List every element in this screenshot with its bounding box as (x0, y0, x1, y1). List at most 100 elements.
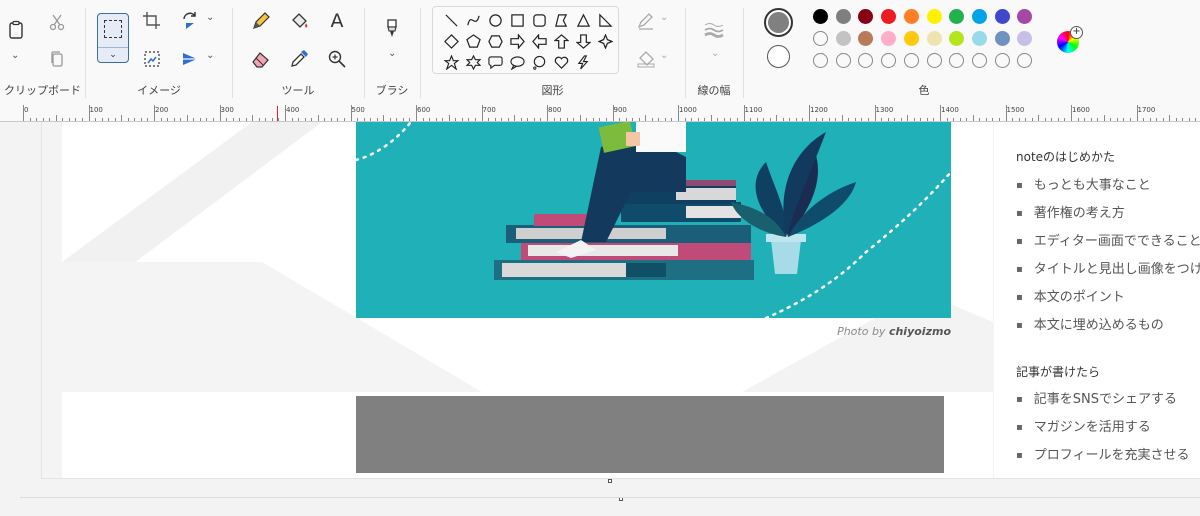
ruler-tick (691, 118, 693, 121)
outline-icon[interactable] (632, 7, 660, 35)
copy-icon[interactable] (43, 45, 71, 73)
ruler-tick (776, 115, 778, 121)
crop-icon[interactable] (138, 7, 166, 35)
color-swatch[interactable] (971, 9, 987, 24)
color-swatch[interactable] (835, 31, 851, 46)
paste-icon[interactable] (2, 16, 30, 44)
four-point-star-icon[interactable] (595, 31, 615, 51)
pencil-icon[interactable] (247, 7, 275, 35)
left-arrow-icon[interactable] (529, 31, 549, 51)
color-swatch[interactable] (813, 9, 828, 24)
ruler-tick (736, 118, 738, 121)
cloud-callout-icon[interactable] (529, 52, 549, 72)
brushes-group-label: ブラシ (375, 84, 409, 97)
triangle-icon[interactable] (573, 10, 593, 30)
brush-icon[interactable] (378, 14, 406, 42)
shapes-group-label: 図形 (541, 84, 564, 97)
canvas-resize-handle-bottom[interactable] (608, 479, 612, 483)
outline-chevron-icon[interactable]: ⌄ (660, 12, 668, 23)
five-point-star-icon[interactable] (441, 52, 461, 72)
brush-chevron-icon[interactable]: ⌄ (388, 48, 396, 59)
lightning-icon[interactable] (573, 52, 593, 72)
image-select-icon[interactable] (138, 45, 166, 73)
ruler-tick (488, 118, 490, 121)
oval-callout-icon[interactable] (507, 52, 527, 72)
rounded-callout-icon[interactable] (485, 52, 505, 72)
six-point-star-icon[interactable] (463, 52, 483, 72)
ruler-tick (573, 118, 575, 121)
ruler-tick (494, 118, 496, 121)
color-swatch[interactable] (813, 53, 828, 68)
ruler-tick (625, 118, 627, 121)
ruler-tick (1129, 118, 1131, 121)
shape-fill-chevron-icon[interactable]: ⌄ (660, 50, 668, 61)
oval-icon[interactable] (485, 10, 505, 30)
polygon-icon[interactable] (551, 10, 571, 30)
rounded-rectangle-icon[interactable] (529, 10, 549, 30)
ruler-tick (900, 118, 902, 121)
curve-icon[interactable] (463, 10, 483, 30)
ruler-tick (1175, 118, 1177, 121)
rotate-chevron-icon[interactable]: ⌄ (206, 50, 214, 61)
ruler-tick (343, 118, 345, 121)
right-arrow-icon[interactable] (507, 31, 527, 51)
color-picker-icon[interactable] (285, 45, 313, 73)
line-width-chevron-icon[interactable]: ⌄ (711, 48, 719, 59)
color-swatch[interactable] (926, 9, 942, 24)
color-swatch[interactable] (994, 9, 1010, 24)
secondary-color-swatch[interactable] (767, 45, 790, 68)
color-swatch[interactable] (994, 53, 1010, 68)
rotate-icon[interactable] (176, 45, 204, 73)
rectangle-icon[interactable] (507, 10, 527, 30)
shape-fill-icon[interactable] (632, 45, 660, 73)
cut-icon[interactable] (43, 8, 71, 36)
color-swatch[interactable] (971, 53, 987, 68)
color-swatch[interactable] (881, 31, 897, 46)
ruler-tick (1162, 118, 1164, 121)
hexagon-icon[interactable] (485, 31, 505, 51)
ruler-tick (409, 118, 411, 121)
ruler-label: 100 (89, 106, 103, 114)
color-swatch[interactable] (881, 9, 897, 24)
text-icon[interactable]: A (323, 7, 351, 35)
primary-color-swatch[interactable] (764, 8, 793, 37)
eraser-icon[interactable] (247, 45, 275, 73)
color-swatch[interactable] (971, 31, 987, 46)
ruler-label: 800 (548, 106, 562, 114)
color-swatch[interactable] (994, 31, 1010, 46)
ruler-tick (723, 118, 725, 121)
color-swatch[interactable] (926, 31, 942, 46)
ruler-tick (809, 105, 810, 121)
paste-chevron-icon[interactable]: ⌄ (11, 50, 19, 61)
up-arrow-icon[interactable] (551, 31, 571, 51)
line-width-icon[interactable] (700, 16, 728, 44)
ruler-tick (1136, 105, 1138, 121)
toc-item: マガジンを活用する (1016, 416, 1151, 435)
color-swatch[interactable] (835, 53, 851, 68)
select-button[interactable]: ⌄ (97, 13, 129, 63)
resize-chevron-icon[interactable]: ⌄ (206, 12, 214, 23)
table-of-contents-sidebar: noteのはじめかた もっとも大事なこと 著作権の考え方 エディター画面でできる… (994, 122, 1200, 478)
pentagon-icon[interactable] (463, 31, 483, 51)
ruler-tick (861, 118, 863, 121)
color-swatch[interactable] (903, 31, 919, 46)
diamond-icon[interactable] (441, 31, 461, 51)
line-icon[interactable] (441, 10, 461, 30)
color-swatch[interactable] (813, 31, 828, 46)
color-swatch[interactable] (881, 53, 897, 68)
heart-icon[interactable] (551, 52, 571, 72)
select-chevron-icon[interactable]: ⌄ (98, 50, 128, 60)
ruler-tick (422, 118, 424, 121)
color-swatch[interactable] (835, 9, 851, 24)
color-swatch[interactable] (903, 9, 919, 24)
down-arrow-icon[interactable] (573, 31, 593, 51)
fill-bucket-icon[interactable] (285, 7, 313, 35)
right-triangle-icon[interactable] (595, 10, 615, 30)
ruler-tick (841, 115, 843, 121)
magnifier-icon[interactable] (323, 45, 351, 73)
drawing-canvas[interactable]: Photo by chiyoizmo noteのはじめかた もっとも大事なこと … (41, 122, 1200, 479)
color-swatch[interactable] (926, 53, 942, 68)
color-swatch[interactable] (903, 53, 919, 68)
add-color-icon[interactable]: + (1070, 26, 1083, 39)
resize-icon[interactable] (176, 7, 204, 35)
